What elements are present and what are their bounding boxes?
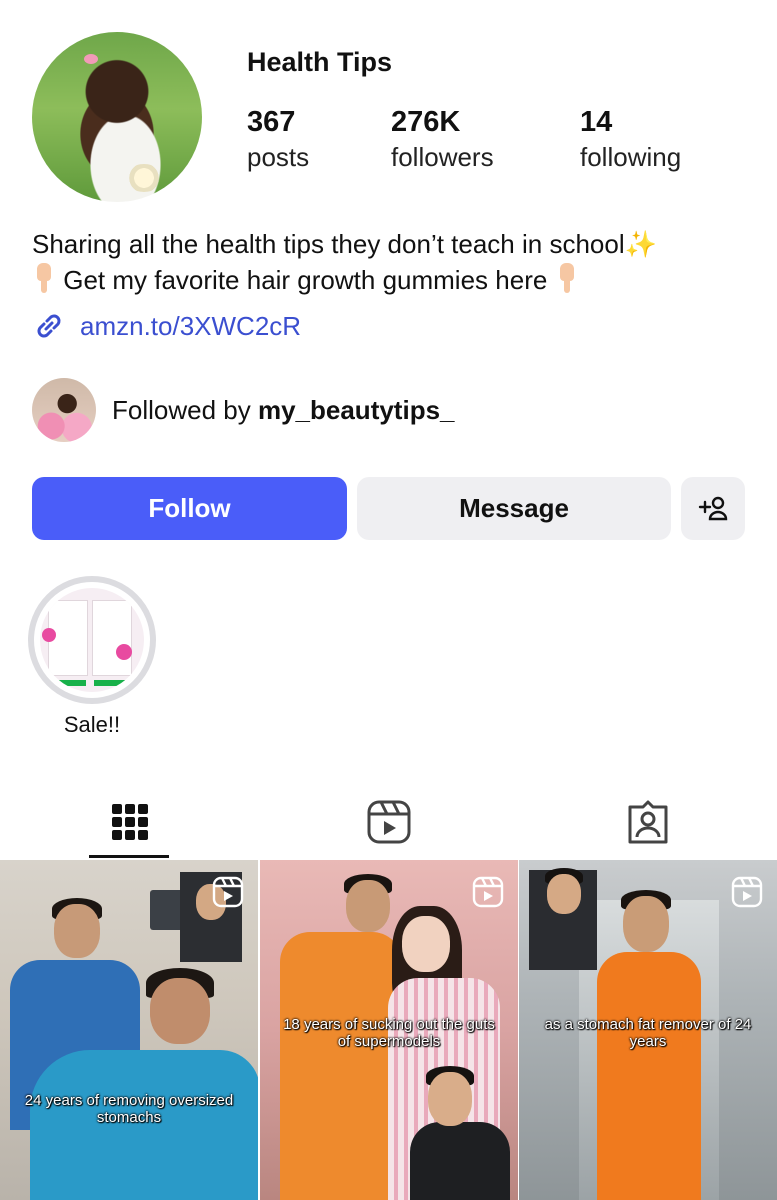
add-person-button[interactable] [681, 477, 745, 540]
bio-link[interactable]: amzn.to/3XWC2cR [32, 308, 301, 344]
reel-badge-icon [212, 876, 244, 908]
stat-followers-value: 276K [391, 106, 461, 138]
stat-posts-label: posts [247, 142, 310, 172]
tab-reels[interactable] [259, 786, 518, 858]
sparkles-icon: ✨ [624, 229, 657, 259]
stat-followers-label: followers [391, 142, 494, 172]
highlight-buy-bar [50, 680, 86, 686]
link-icon [37, 314, 61, 338]
flower-basket [124, 164, 164, 192]
post-tile[interactable]: 24 years of removing oversized stomachs [0, 860, 258, 1200]
bio-line-2: Get my favorite hair growth gummies here [32, 262, 752, 298]
followed-by-text: Followed by my_beautytips_ [112, 395, 455, 426]
profile-username: Health Tips [247, 47, 393, 77]
story-highlight[interactable] [28, 576, 156, 704]
patient-face [150, 978, 210, 1044]
followed-by-username[interactable]: my_beautytips_ [258, 395, 455, 425]
bio-link-text[interactable]: amzn.to/3XWC2cR [80, 311, 301, 342]
stat-following-value: 14 [580, 106, 613, 138]
highlight-label: Sale!! [63, 712, 121, 737]
bio-text-1: Sharing all the health tips they don’t t… [32, 229, 625, 259]
stat-following[interactable]: 14 following [580, 104, 681, 174]
highlight-cover [40, 588, 144, 692]
post-caption: as a stomach fat remover of 24 years [544, 1016, 752, 1050]
profile-tabs [0, 786, 777, 858]
stat-posts[interactable]: 367 posts [247, 104, 309, 174]
stat-posts-value: 367 [247, 106, 296, 138]
doctor-face [346, 880, 390, 932]
stat-following-label: following [580, 142, 682, 172]
followed-by[interactable]: Followed by my_beautytips_ [32, 378, 455, 442]
followed-by-prefix: Followed by [112, 394, 258, 425]
tab-tagged[interactable] [518, 786, 777, 858]
profile-avatar[interactable] [32, 32, 202, 202]
highlight-decor [116, 644, 132, 660]
doctor-face [54, 904, 100, 958]
tagged-icon [628, 800, 667, 844]
post-grid: 24 years of removing oversized stomachs … [0, 860, 777, 1200]
grid-icon [111, 804, 148, 840]
message-button[interactable]: Message [357, 477, 671, 540]
doctor-face [623, 896, 669, 952]
highlight-decor [42, 628, 56, 642]
add-person-icon [698, 496, 728, 520]
highlight-panel [92, 600, 132, 676]
post-tile[interactable]: as a stomach fat remover of 24 years [519, 860, 777, 1200]
pointing-down-icon [32, 263, 56, 293]
pointing-down-icon [555, 263, 579, 293]
creator-face [547, 874, 581, 914]
post-caption: 18 years of sucking out the guts of supe… [283, 1016, 495, 1050]
active-tab-indicator [89, 855, 169, 858]
tab-posts[interactable] [0, 786, 259, 858]
follower-avatar[interactable] [32, 378, 96, 442]
creator-inset [410, 1122, 510, 1200]
stat-followers[interactable]: 276K followers [391, 104, 494, 174]
hair-clip [84, 54, 98, 64]
profile-bio: Sharing all the health tips they don’t t… [32, 226, 752, 298]
follow-button[interactable]: Follow [32, 477, 347, 540]
bio-line-1: Sharing all the health tips they don’t t… [32, 226, 752, 262]
reels-icon [367, 800, 410, 844]
creator-face [428, 1072, 472, 1126]
doctor-figure [597, 952, 701, 1200]
reel-badge-icon [731, 876, 763, 908]
doctor-figure [280, 932, 402, 1200]
post-tile[interactable]: 18 years of sucking out the guts of supe… [260, 860, 518, 1200]
post-caption: 24 years of removing oversized stomachs [24, 1092, 234, 1126]
bio-text-2: Get my favorite hair growth gummies here [63, 265, 548, 295]
highlight-buy-bar [94, 680, 130, 686]
reel-badge-icon [472, 876, 504, 908]
woman-face [402, 916, 450, 972]
